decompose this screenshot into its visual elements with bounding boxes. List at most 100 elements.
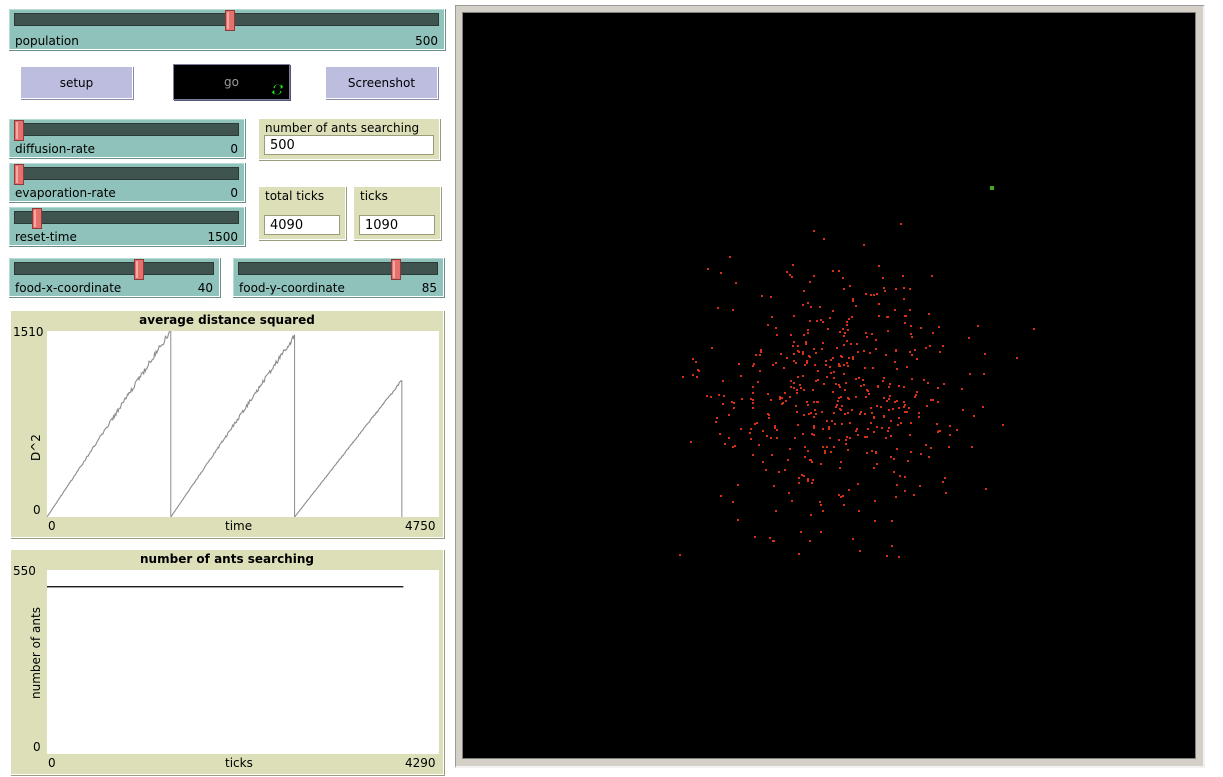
ant-turtle — [903, 298, 905, 300]
slider-thumb[interactable] — [225, 10, 235, 31]
ant-turtle — [903, 406, 905, 408]
ant-turtle — [871, 450, 873, 452]
slider-food-x-coordinate[interactable]: food-x-coordinate40 — [8, 257, 220, 297]
ant-turtle — [773, 485, 775, 487]
ant-turtle — [852, 358, 854, 360]
slider-track[interactable] — [14, 262, 214, 275]
slider-thumb[interactable] — [32, 208, 42, 229]
slider-reset-time[interactable]: reset-time1500 — [8, 206, 245, 246]
ant-turtle — [770, 296, 772, 298]
ant-turtle — [848, 318, 850, 320]
ant-turtle — [785, 400, 787, 402]
slider-population[interactable]: population500 — [8, 8, 445, 50]
ant-turtle — [804, 456, 806, 458]
ant-turtle — [844, 413, 846, 415]
ant-turtle — [925, 347, 927, 349]
ant-turtle — [720, 272, 722, 274]
ant-turtle — [750, 438, 752, 440]
slider-diffusion-rate[interactable]: diffusion-rate0 — [8, 118, 245, 158]
ant-turtle — [821, 348, 823, 350]
ant-turtle — [1016, 357, 1018, 359]
ant-turtle — [833, 371, 835, 373]
ant-turtle — [878, 303, 880, 305]
ant-turtle — [722, 403, 724, 405]
slider-evaporation-rate[interactable]: evaporation-rate0 — [8, 162, 245, 202]
go-button[interactable]: go — [173, 64, 290, 100]
ant-turtle — [770, 399, 772, 401]
ant-turtle — [884, 290, 886, 292]
ant-turtle — [870, 294, 872, 296]
ant-turtle — [883, 415, 885, 417]
ant-turtle — [876, 463, 878, 465]
ant-turtle — [896, 368, 898, 370]
ant-turtle — [916, 391, 918, 393]
ant-turtle — [756, 422, 758, 424]
slider-food-y-coordinate[interactable]: food-y-coordinate85 — [232, 257, 444, 297]
ant-turtle — [882, 277, 884, 279]
ant-turtle — [866, 336, 868, 338]
ant-turtle — [722, 380, 724, 382]
ant-turtle — [797, 345, 799, 347]
slider-track[interactable] — [14, 211, 239, 224]
ant-turtle — [775, 510, 777, 512]
ant-turtle — [832, 391, 834, 393]
ant-turtle — [807, 329, 809, 331]
ant-turtle — [831, 420, 833, 422]
slider-track[interactable] — [14, 167, 239, 180]
ant-turtle — [866, 452, 868, 454]
slider-thumb[interactable] — [391, 259, 401, 280]
ant-turtle — [829, 366, 831, 368]
ant-turtle — [695, 361, 697, 363]
ant-turtle — [873, 467, 875, 469]
ant-turtle — [760, 349, 762, 351]
slider-thumb[interactable] — [14, 164, 24, 185]
slider-track[interactable] — [14, 123, 239, 136]
world-view[interactable] — [462, 12, 1196, 759]
ant-turtle — [843, 504, 845, 506]
monitor-value: 500 — [264, 135, 434, 155]
ant-turtle — [759, 354, 761, 356]
ant-turtle — [888, 427, 890, 429]
ant-turtle — [845, 443, 847, 445]
ant-turtle — [807, 302, 809, 304]
ant-turtle — [800, 531, 802, 533]
ant-turtle — [982, 406, 984, 408]
monitor-value: 1090 — [359, 215, 435, 235]
ant-turtle — [906, 366, 908, 368]
screenshot-button[interactable]: Screenshot — [325, 66, 438, 99]
ant-turtle — [840, 496, 842, 498]
slider-value: 500 — [415, 34, 438, 48]
ant-turtle — [839, 386, 841, 388]
plot-x-axis-label: ticks — [225, 756, 253, 770]
slider-track[interactable] — [238, 262, 438, 275]
monitor-label: number of ants searching — [265, 121, 419, 135]
setup-button[interactable]: setup — [20, 66, 133, 99]
ant-turtle — [860, 385, 862, 387]
ant-turtle — [895, 496, 897, 498]
ant-turtle — [866, 436, 868, 438]
ant-turtle — [903, 386, 905, 388]
ant-turtle — [903, 401, 905, 403]
ant-turtle — [891, 520, 893, 522]
food-source-patch — [990, 186, 994, 190]
ant-turtle — [857, 351, 859, 353]
ant-turtle — [894, 309, 896, 311]
ant-turtle — [936, 423, 938, 425]
ant-turtle — [822, 446, 824, 448]
ant-turtle — [897, 424, 899, 426]
ant-turtle — [846, 324, 848, 326]
ant-turtle — [815, 352, 817, 354]
slider-value: 85 — [422, 281, 437, 295]
ant-turtle — [844, 389, 846, 391]
slider-thumb[interactable] — [134, 259, 144, 280]
ant-turtle — [896, 484, 898, 486]
ant-turtle — [775, 362, 777, 364]
ant-turtle — [790, 386, 792, 388]
ant-turtle — [1002, 424, 1004, 426]
ant-turtle — [855, 430, 857, 432]
ant-turtle — [920, 327, 922, 329]
ant-turtle — [904, 476, 906, 478]
slider-thumb[interactable] — [14, 120, 24, 141]
ant-turtle — [792, 264, 794, 266]
ant-turtle — [863, 384, 865, 386]
